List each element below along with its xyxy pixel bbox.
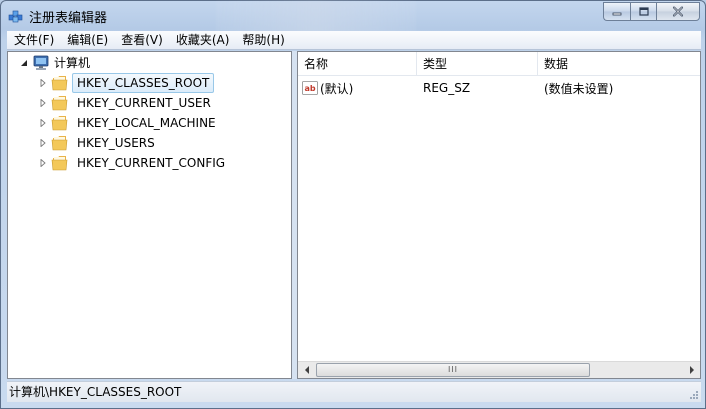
scroll-left-icon	[304, 366, 309, 374]
tree-item-hkey-current-config[interactable]: HKEY_CURRENT_CONFIG	[38, 153, 230, 173]
menu-view[interactable]: 查看(V)	[114, 31, 169, 49]
tree-item-computer[interactable]: 计算机	[19, 53, 95, 73]
expand-arrow-icon[interactable]	[38, 158, 48, 168]
window-title: 注册表编辑器	[29, 11, 108, 26]
expand-arrow-icon[interactable]	[38, 138, 48, 148]
key-tree-pane[interactable]: 计算机 HKEY_CLASSES_ROOT HKEY_CURRENT_USER …	[7, 51, 292, 379]
column-header-type[interactable]: 类型	[417, 52, 538, 76]
tree-item-label: HKEY_USERS	[77, 136, 155, 150]
scroll-right-icon	[689, 366, 694, 374]
maximize-icon	[638, 6, 649, 16]
folder-icon	[51, 155, 69, 171]
string-value-icon: ab	[302, 81, 318, 95]
tree-item-hkey-classes-root[interactable]: HKEY_CLASSES_ROOT	[38, 73, 215, 93]
value-type: REG_SZ	[423, 81, 471, 95]
menu-file[interactable]: 文件(F)	[7, 31, 60, 49]
column-header-name[interactable]: 名称	[298, 52, 417, 76]
title-bar[interactable]: 注册表编辑器	[1, 1, 706, 31]
scroll-left-button[interactable]	[298, 362, 315, 378]
column-header-data[interactable]: 数据	[538, 52, 700, 76]
maximize-button[interactable]	[630, 2, 656, 21]
scroll-thumb[interactable]: III	[316, 363, 590, 377]
caption-buttons	[603, 2, 700, 22]
menu-help[interactable]: 帮助(H)	[235, 31, 290, 49]
value-list-pane[interactable]: 名称 类型 数据 ab (默认) REG_SZ (数值未设置) III	[297, 51, 701, 379]
registry-editor-window: 注册表编辑器 文件(F) 编辑(E) 查看(V) 收藏夹(A) 帮助(H) 计算…	[0, 0, 706, 409]
list-item[interactable]: ab (默认) REG_SZ (数值未设置)	[298, 78, 700, 98]
tree-item-hkey-current-user[interactable]: HKEY_CURRENT_USER	[38, 93, 216, 113]
scroll-right-button[interactable]	[683, 362, 700, 378]
scroll-grip: III	[447, 365, 459, 374]
svg-text:ab: ab	[304, 84, 315, 93]
folder-icon	[51, 75, 69, 91]
expand-arrow-icon[interactable]	[38, 118, 48, 128]
tree-item-label: HKEY_LOCAL_MACHINE	[77, 116, 216, 130]
close-button[interactable]	[656, 2, 700, 21]
value-data: (数值未设置)	[544, 81, 614, 96]
tree-item-label: HKEY_CURRENT_CONFIG	[77, 156, 226, 170]
value-name-cell: ab (默认)	[298, 80, 417, 97]
list-header: 名称 类型 数据	[298, 52, 700, 76]
registry-app-icon	[8, 7, 24, 23]
status-bar: 计算机\HKEY_CLASSES_ROOT	[7, 381, 701, 402]
horizontal-scrollbar[interactable]: III	[298, 361, 700, 378]
status-path: 计算机\HKEY_CLASSES_ROOT	[9, 385, 182, 399]
folder-icon	[51, 135, 69, 151]
minimize-button[interactable]	[603, 2, 630, 21]
expand-arrow-icon[interactable]	[38, 78, 48, 88]
folder-icon	[51, 95, 69, 111]
value-name: (默认)	[320, 81, 354, 96]
folder-icon	[51, 115, 69, 131]
menu-edit[interactable]: 编辑(E)	[60, 31, 114, 49]
tree-item-hkey-local-machine[interactable]: HKEY_LOCAL_MACHINE	[38, 113, 221, 133]
menu-bar: 文件(F) 编辑(E) 查看(V) 收藏夹(A) 帮助(H)	[7, 31, 701, 50]
close-icon	[673, 6, 683, 17]
tree-item-label: HKEY_CLASSES_ROOT	[72, 73, 215, 93]
minimize-icon	[612, 12, 622, 15]
collapse-arrow-icon[interactable]	[19, 58, 29, 68]
resize-grip-icon[interactable]	[687, 388, 699, 400]
expand-arrow-icon[interactable]	[38, 98, 48, 108]
tree-item-label: 计算机	[54, 56, 91, 70]
tree-item-label: HKEY_CURRENT_USER	[77, 96, 211, 110]
tree-item-hkey-users[interactable]: HKEY_USERS	[38, 133, 160, 153]
menu-favorites[interactable]: 收藏夹(A)	[169, 31, 236, 49]
computer-icon	[32, 55, 50, 71]
